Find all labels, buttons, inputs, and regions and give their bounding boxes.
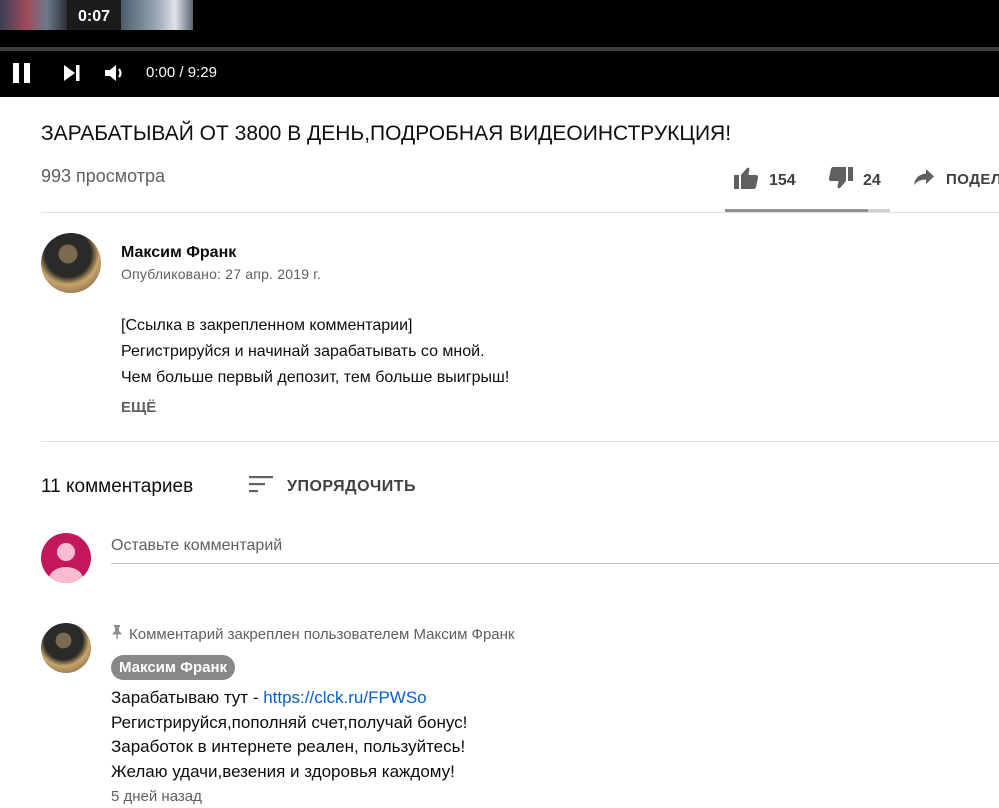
share-button[interactable]: ПОДЕЛ (914, 169, 999, 190)
pin-icon (111, 625, 123, 643)
share-arrow-icon (914, 169, 934, 190)
comments-count: 11 комментариев (41, 476, 194, 497)
video-description: [Ссылка в закрепленном комментарии] Реги… (121, 313, 509, 391)
comment-link[interactable]: https://clck.ru/FPWSo (263, 688, 426, 707)
comment-line: Желаю удачи,везения и здоровья каждому! (111, 761, 455, 781)
comment-author-badge[interactable]: Максим Франк (111, 655, 236, 680)
time-display: 0:00 / 9:29 (146, 64, 217, 81)
comment-author-avatar[interactable] (41, 623, 91, 673)
channel-name[interactable]: Максим Франк (121, 244, 236, 262)
divider (41, 212, 999, 213)
current-time: 0:00 (146, 64, 176, 81)
pinned-label: Комментарий закреплен пользователем Макс… (129, 625, 515, 643)
thumb-down-icon (828, 167, 853, 194)
progress-bar[interactable] (0, 47, 999, 51)
view-count: 993 просмотра (41, 166, 166, 186)
publish-date: Опубликовано: 27 апр. 2019 г. (121, 266, 321, 282)
comment-line: Регистрируйся,пополняй счет,получай бону… (111, 712, 468, 732)
user-avatar (41, 533, 91, 583)
comment-timestamp[interactable]: 5 дней назад (111, 788, 202, 805)
like-count: 154 (769, 171, 796, 189)
share-label: ПОДЕЛ (946, 171, 999, 188)
duration: 9:29 (187, 64, 217, 81)
description-line: Чем больше первый депозит, тем больше вы… (121, 369, 510, 386)
sort-button[interactable]: УПОРЯДОЧИТЬ (249, 475, 416, 498)
thumb-up-icon (734, 167, 759, 194)
dislike-count: 24 (863, 171, 881, 189)
divider (41, 441, 999, 442)
next-icon[interactable] (63, 64, 81, 87)
comment-line-prefix: Зарабатываю тут - (111, 688, 264, 707)
pinned-notice: Комментарий закреплен пользователем Макс… (111, 625, 515, 643)
sort-icon (249, 475, 273, 498)
pause-icon[interactable] (12, 62, 32, 89)
preview-thumbnail-next (121, 0, 193, 30)
comment-line: Зарабатываю тут - https://clck.ru/FPWSo (111, 686, 467, 711)
volume-icon[interactable] (104, 63, 126, 88)
like-button[interactable]: 154 (734, 167, 796, 194)
video-player[interactable]: 0:07 0:00 / 9:29 (0, 0, 999, 97)
description-line: Регистрируйся и начинай зарабатывать со … (121, 343, 485, 360)
preview-thumbnail (0, 0, 67, 30)
video-title: ЗАРАБАТЫВАЙ ОТ 3800 В ДЕНЬ,ПОДРОБНАЯ ВИД… (41, 122, 732, 145)
show-more-button[interactable]: ЕЩЁ (121, 399, 156, 416)
channel-avatar[interactable] (41, 233, 101, 293)
comment-input[interactable]: Оставьте комментарий (111, 537, 999, 564)
preview-timestamp: 0:07 (67, 0, 121, 30)
sort-label: УПОРЯДОЧИТЬ (287, 477, 417, 495)
comment-body: Зарабатываю тут - https://clck.ru/FPWSo … (111, 686, 467, 784)
dislike-button[interactable]: 24 (828, 167, 881, 194)
comment-line: Заработок в интернете реален, пользуйтес… (111, 737, 466, 756)
description-line: [Ссылка в закрепленном комментарии] (121, 317, 413, 334)
